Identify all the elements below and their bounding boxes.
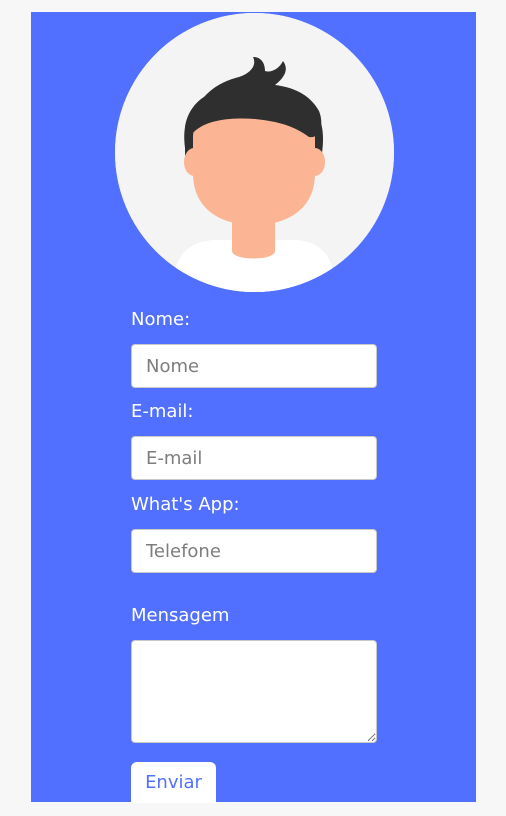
message-label: Mensagem: [131, 605, 230, 626]
submit-button[interactable]: Enviar: [131, 762, 216, 803]
phone-input[interactable]: [131, 529, 377, 573]
name-label: Nome:: [131, 309, 191, 330]
avatar: [115, 13, 394, 292]
whatsapp-label: What's App:: [131, 494, 240, 515]
message-textarea[interactable]: [131, 640, 377, 743]
name-input[interactable]: [131, 344, 377, 388]
email-input[interactable]: [131, 436, 377, 480]
person-avatar-icon: [115, 13, 394, 292]
contact-form-panel: Nome: E-mail: What's App: Mensagem Envia…: [31, 12, 476, 803]
email-label: E-mail:: [131, 401, 194, 422]
